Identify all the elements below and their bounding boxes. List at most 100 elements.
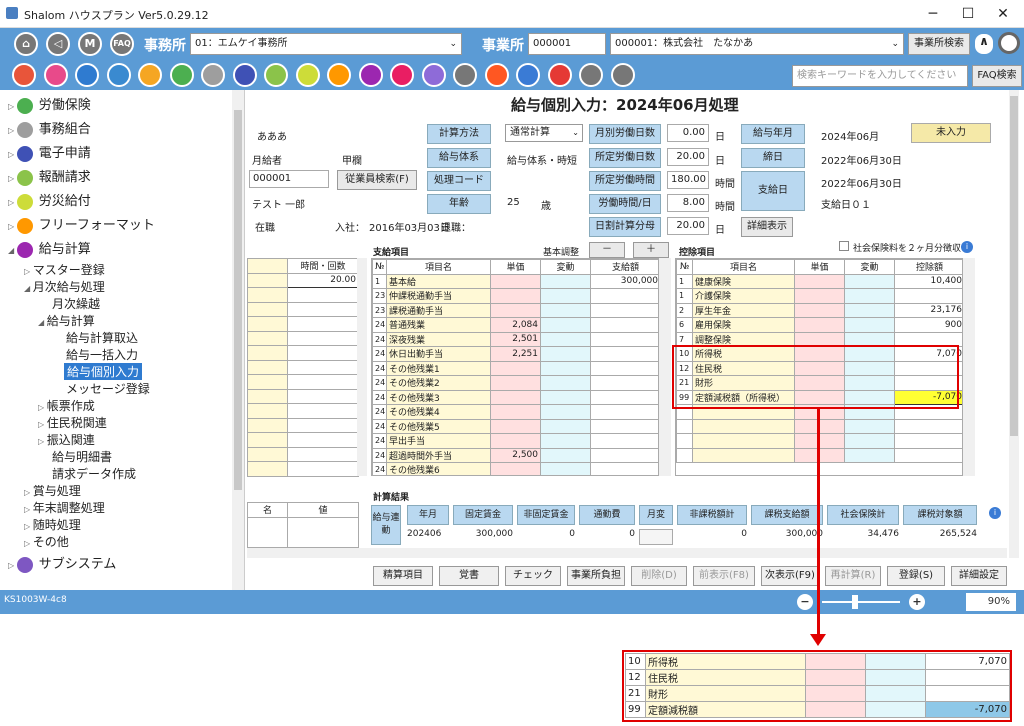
toolbar-app-icon[interactable] xyxy=(232,63,257,87)
minimize-button[interactable]: ─ xyxy=(918,4,948,24)
toolbar-app-icon[interactable] xyxy=(358,63,383,87)
age-button[interactable]: 年齢 xyxy=(427,194,491,214)
zoom-in-icon[interactable]: + xyxy=(909,594,925,610)
toolbar-app-icon[interactable] xyxy=(169,63,194,87)
sidebar-item-resident-tax[interactable]: ▷ 住民税関連 xyxy=(38,414,107,431)
gear-icon[interactable] xyxy=(998,32,1020,54)
result-header-button[interactable]: 固定賃金 xyxy=(453,505,513,525)
deduction-cell[interactable] xyxy=(794,302,845,318)
deduction-cell[interactable]: 23,176 xyxy=(894,302,962,318)
faq-icon[interactable]: FAQ xyxy=(110,32,134,56)
m-icon[interactable]: M xyxy=(78,32,102,56)
result-header-button[interactable]: 社会保険計 xyxy=(827,505,899,525)
deduction-cell[interactable] xyxy=(894,288,962,304)
toolbar-app-icon[interactable] xyxy=(453,63,477,87)
payment-cell[interactable] xyxy=(540,288,591,304)
left-cell[interactable] xyxy=(247,345,288,361)
action-button-b8[interactable]: 再計算(R) xyxy=(825,566,881,586)
table-row[interactable]: 23 仲課税通勤手当 xyxy=(372,288,658,304)
time-count-cell[interactable] xyxy=(287,359,359,375)
payment-cell[interactable]: 2,501 xyxy=(490,331,541,347)
business-select[interactable]: 000001：株式会社 たなかあ ⌄ xyxy=(610,33,904,55)
sidebar-item-adhoc[interactable]: ▷ 随時処理 xyxy=(24,516,81,533)
keyword-search-input[interactable]: 検索キーワードを入力してください xyxy=(792,65,968,87)
payment-cell[interactable]: 2,251 xyxy=(490,346,541,362)
sidebar-item-monthly[interactable]: ◢ 月次給与処理 xyxy=(24,278,105,295)
toolbar-app-icon[interactable] xyxy=(43,63,68,87)
action-button-b9[interactable]: 登録(S) xyxy=(887,566,945,586)
toolbar-app-icon[interactable] xyxy=(264,63,288,87)
toolbar-app-icon[interactable] xyxy=(295,63,320,87)
left-cell[interactable] xyxy=(247,359,288,375)
sidebar-item-reports[interactable]: ▷ 帳票作成 xyxy=(38,397,95,414)
toolbar-app-icon[interactable] xyxy=(12,63,36,87)
time-count-cell[interactable] xyxy=(287,316,359,332)
zoom-out-icon[interactable]: − xyxy=(797,594,813,610)
result-header-button[interactable]: 通勤費 xyxy=(579,505,635,525)
sidebar-item-others[interactable]: ▷ その他 xyxy=(24,533,69,550)
deduction-cell[interactable] xyxy=(844,317,895,333)
left-cell[interactable] xyxy=(247,461,288,477)
payment-cell[interactable] xyxy=(590,288,658,304)
time-count-cell[interactable] xyxy=(287,403,359,419)
payment-cell[interactable] xyxy=(590,433,658,449)
payment-cell[interactable] xyxy=(590,360,658,376)
table-row[interactable]: 24 普通残業 2,084 xyxy=(372,317,658,333)
table-row[interactable]: 6 雇用保険 900 xyxy=(676,317,962,333)
table-row[interactable]: 24 その他残業6 xyxy=(372,462,658,475)
left-cell[interactable] xyxy=(247,287,288,303)
left-cell[interactable] xyxy=(247,388,288,404)
fixed-hours-button[interactable]: 所定労働時間 xyxy=(589,171,661,191)
action-button-b5[interactable]: 削除(D) xyxy=(631,566,687,586)
calc-method-select[interactable]: 通常計算 ⌄ xyxy=(505,124,583,142)
employee-code-input[interactable]: 000001 xyxy=(249,170,329,188)
toolbar-app-icon[interactable] xyxy=(484,63,509,87)
deduction-cell[interactable] xyxy=(844,273,895,289)
action-button-b2[interactable]: 覚書 xyxy=(439,566,499,586)
result-header-button[interactable]: 非課税額計 xyxy=(677,505,747,525)
payment-cell[interactable] xyxy=(540,462,591,475)
adjust-minus-button[interactable]: － xyxy=(589,242,625,258)
back-icon[interactable]: ◁ xyxy=(46,32,70,56)
sidebar-item-year-end[interactable]: ▷ 年末調整処理 xyxy=(24,499,105,516)
time-count-cell[interactable]: 20.00 xyxy=(287,272,359,288)
result-header-button[interactable]: 課税支給額 xyxy=(751,505,823,525)
sidebar-item-carryover[interactable]: 月次繰越 xyxy=(52,295,100,312)
table-row[interactable]: 24 その他残業3 xyxy=(372,389,658,405)
payment-cell[interactable] xyxy=(540,389,591,405)
toolbar-app-icon[interactable] xyxy=(138,63,162,87)
sidebar-item-labor-insurance[interactable]: ▷ 労働保険 xyxy=(8,94,91,114)
toolbar-app-icon[interactable] xyxy=(75,63,99,87)
sidebar-item-e-application[interactable]: ▷ 電子申請 xyxy=(8,142,91,162)
horizontal-scrollbar[interactable] xyxy=(247,548,1007,558)
toolbar-app-icon[interactable] xyxy=(106,63,131,87)
hours-per-day-input[interactable]: 8.00 xyxy=(667,194,709,212)
table-row[interactable]: 2 厚生年金 23,176 xyxy=(676,302,962,318)
table-row[interactable]: 24 深夜残業 2,501 xyxy=(372,331,658,347)
payment-cell[interactable] xyxy=(540,346,591,362)
sidebar-item-master[interactable]: ▷ マスター登録 xyxy=(24,261,105,278)
left-scrollbar[interactable] xyxy=(357,258,367,476)
left-cell[interactable] xyxy=(247,301,288,317)
payment-cell[interactable] xyxy=(590,462,658,475)
time-count-cell[interactable] xyxy=(287,330,359,346)
action-button-b10[interactable]: 詳細設定 xyxy=(951,566,1007,586)
action-button-b3[interactable]: チェック xyxy=(505,566,561,586)
payment-cell[interactable]: 2,084 xyxy=(490,317,541,333)
payment-scrollbar[interactable] xyxy=(659,258,671,476)
payment-cell[interactable] xyxy=(590,346,658,362)
payment-cell[interactable] xyxy=(490,302,541,318)
two-month-checkbox[interactable] xyxy=(839,241,849,251)
payment-cell[interactable] xyxy=(490,433,541,449)
sidebar-item-individual[interactable]: 給与個別入力 xyxy=(64,363,143,380)
toolbar-app-icon[interactable] xyxy=(327,63,351,87)
monthly-days-button[interactable]: 月別労働日数 xyxy=(589,124,661,144)
left-cell[interactable] xyxy=(247,403,288,419)
result-header-button[interactable]: 課税対象額 xyxy=(903,505,977,525)
maximize-button[interactable]: ☐ xyxy=(953,4,983,24)
pay-month-button[interactable]: 給与年月 xyxy=(741,124,805,144)
deduction-cell[interactable] xyxy=(844,288,895,304)
table-row[interactable]: 24 その他残業4 xyxy=(372,404,658,420)
payment-cell[interactable] xyxy=(540,418,591,434)
toolbar-app-icon[interactable] xyxy=(201,63,225,87)
